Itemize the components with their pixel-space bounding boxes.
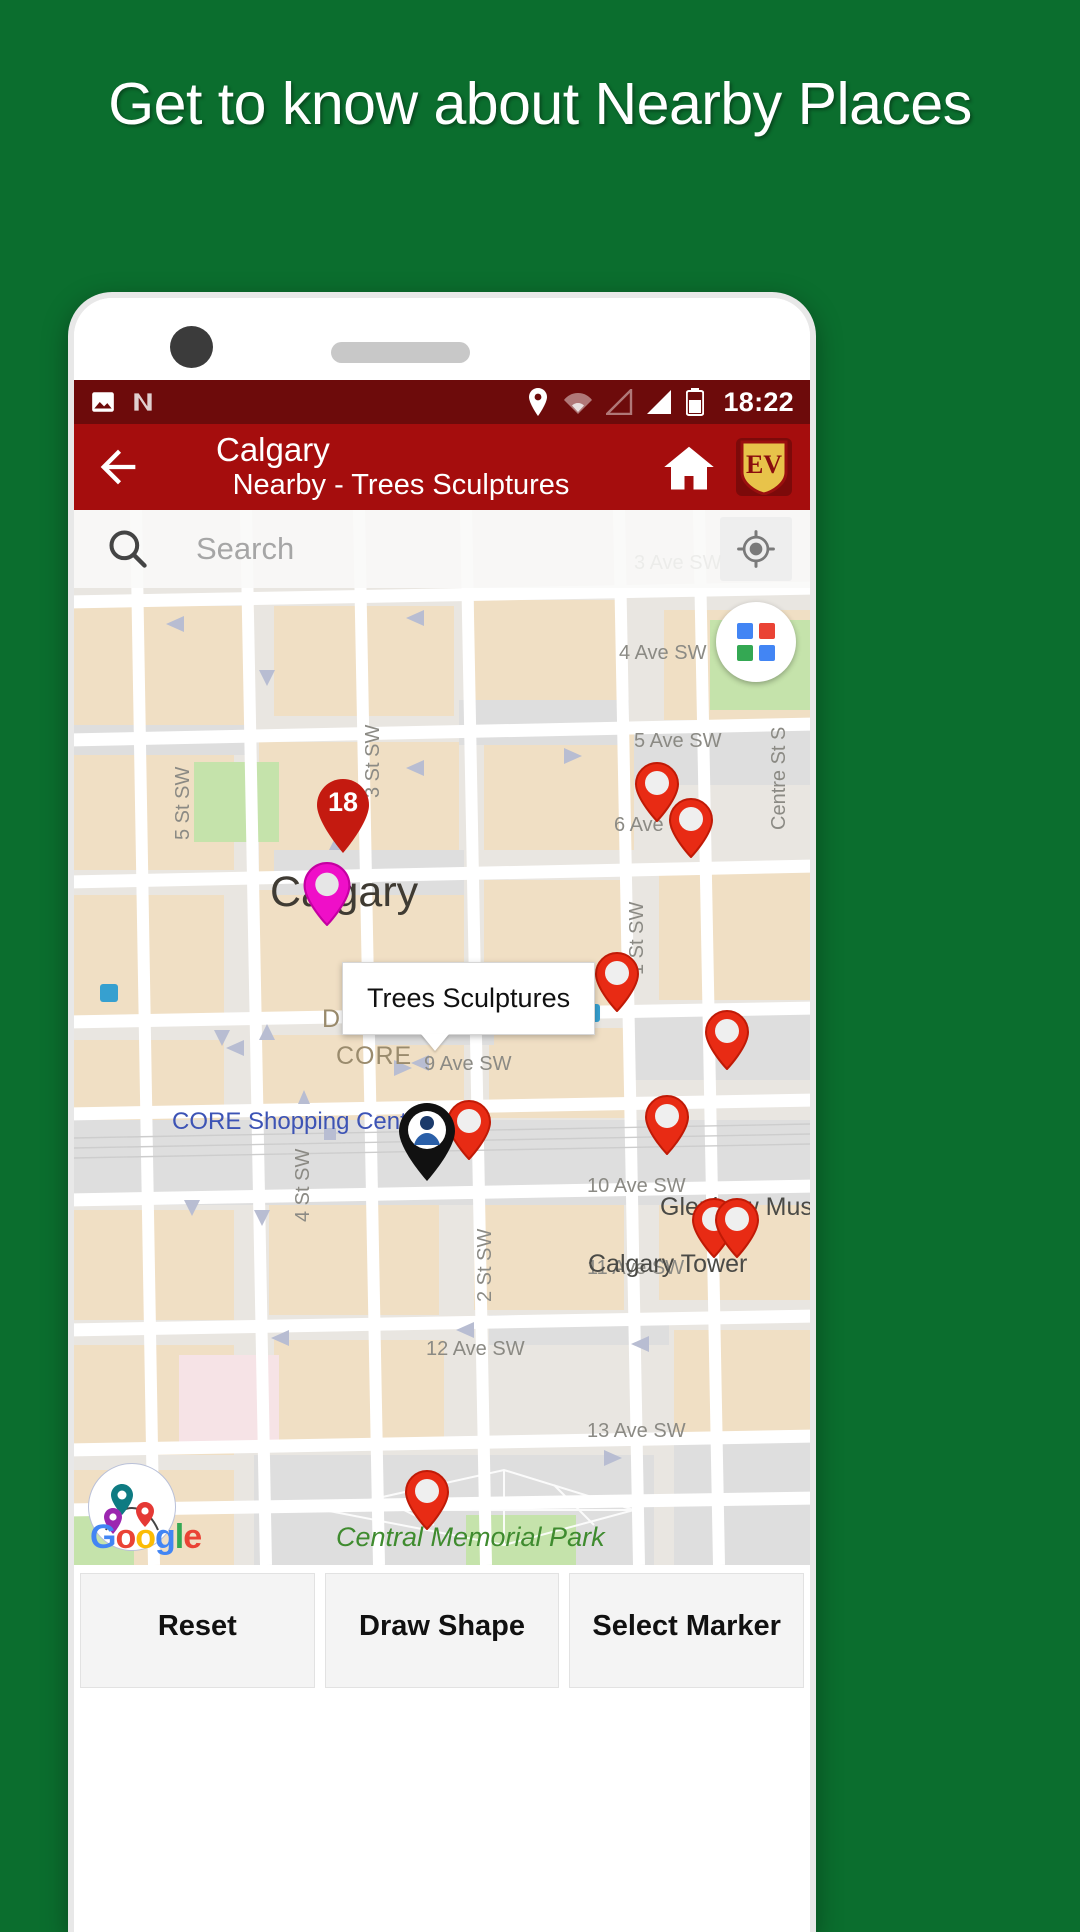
map-label-poi[interactable]: CORE Shopping Centre bbox=[172, 1108, 428, 1136]
shield-icon: EV bbox=[740, 440, 788, 495]
app-bar: Calgary Nearby - Trees Sculptures EV bbox=[74, 424, 810, 510]
signal-full-icon bbox=[647, 390, 672, 414]
app-logo[interactable]: EV bbox=[736, 438, 792, 496]
map-view[interactable]: 3 Ave SW 4 Ave SW 5 Ave SW 6 Ave SW 9 Av… bbox=[74, 510, 810, 1565]
phone-bezel-top bbox=[74, 298, 810, 380]
search-icon[interactable] bbox=[106, 527, 150, 571]
app-bar-titles: Calgary Nearby - Trees Sculptures bbox=[144, 432, 662, 502]
map-marker-red[interactable] bbox=[404, 1470, 450, 1530]
page-title: Calgary bbox=[216, 431, 330, 468]
reset-button[interactable]: Reset bbox=[80, 1573, 315, 1688]
map-label: 9 Ave SW bbox=[424, 1053, 512, 1075]
map-search-bar[interactable] bbox=[74, 510, 810, 588]
bottom-button-bar: Reset Draw Shape Select Marker bbox=[74, 1565, 810, 1688]
map-marker-magenta[interactable] bbox=[302, 862, 352, 926]
back-arrow-icon[interactable] bbox=[92, 441, 144, 493]
front-camera-icon bbox=[170, 326, 213, 368]
page-subtitle: Nearby - Trees Sculptures bbox=[232, 469, 570, 501]
map-marker-red[interactable] bbox=[594, 952, 640, 1012]
select-marker-button[interactable]: Select Marker bbox=[569, 1573, 805, 1688]
map-marker-cluster[interactable]: 18 bbox=[314, 778, 372, 854]
map-label: 2 St SW bbox=[474, 1228, 496, 1302]
location-icon bbox=[529, 388, 548, 416]
home-icon[interactable] bbox=[662, 442, 716, 492]
map-label: 12 Ave SW bbox=[426, 1338, 525, 1360]
map-type-button[interactable] bbox=[716, 602, 796, 682]
earpiece-speaker bbox=[331, 342, 470, 363]
status-bar-notifications bbox=[90, 389, 156, 415]
signal-empty-icon bbox=[606, 389, 633, 415]
android-status-bar: 18:22 bbox=[74, 380, 810, 424]
map-label-park[interactable]: Central Memorial Park bbox=[336, 1522, 605, 1553]
map-label: CORE bbox=[336, 1042, 413, 1070]
crosshair-icon bbox=[737, 530, 775, 568]
image-icon bbox=[92, 392, 114, 412]
map-marker-red[interactable] bbox=[714, 1198, 760, 1258]
phone-frame: 18:22 Calgary Nearby - Trees Sculptures … bbox=[68, 292, 816, 1932]
promo-headline: Get to know about Nearby Places bbox=[108, 71, 972, 137]
map-marker-red[interactable] bbox=[668, 798, 714, 858]
map-label: 5 St SW bbox=[172, 766, 194, 840]
phone-screen: 18:22 Calgary Nearby - Trees Sculptures … bbox=[74, 298, 810, 1932]
battery-icon bbox=[686, 388, 705, 416]
cluster-count: 18 bbox=[327, 787, 359, 817]
status-bar-system-icons: 18:22 bbox=[526, 387, 794, 418]
map-tooltip: Trees Sculptures bbox=[342, 962, 596, 1035]
map-marker-red[interactable] bbox=[704, 1010, 750, 1070]
search-input[interactable] bbox=[196, 531, 720, 567]
map-label: 4 St SW bbox=[292, 1148, 314, 1222]
wifi-icon bbox=[564, 393, 593, 414]
map-marker-red[interactable] bbox=[644, 1095, 690, 1155]
my-location-button[interactable] bbox=[720, 517, 792, 581]
grid-icon bbox=[737, 623, 775, 661]
map-label: 13 Ave SW bbox=[587, 1420, 686, 1442]
google-attribution: Google bbox=[90, 1518, 202, 1556]
draw-shape-button[interactable]: Draw Shape bbox=[324, 1573, 560, 1688]
app-bar-actions: EV bbox=[662, 438, 792, 496]
map-label: 4 Ave SW bbox=[619, 642, 707, 664]
map-label: 5 Ave SW bbox=[634, 730, 722, 752]
app-logo-text: EV bbox=[746, 450, 782, 479]
map-label: Centre St S bbox=[768, 726, 790, 830]
map-marker-selected[interactable] bbox=[396, 1102, 458, 1182]
status-bar-clock: 18:22 bbox=[723, 386, 794, 417]
nova-launcher-icon bbox=[134, 393, 152, 411]
